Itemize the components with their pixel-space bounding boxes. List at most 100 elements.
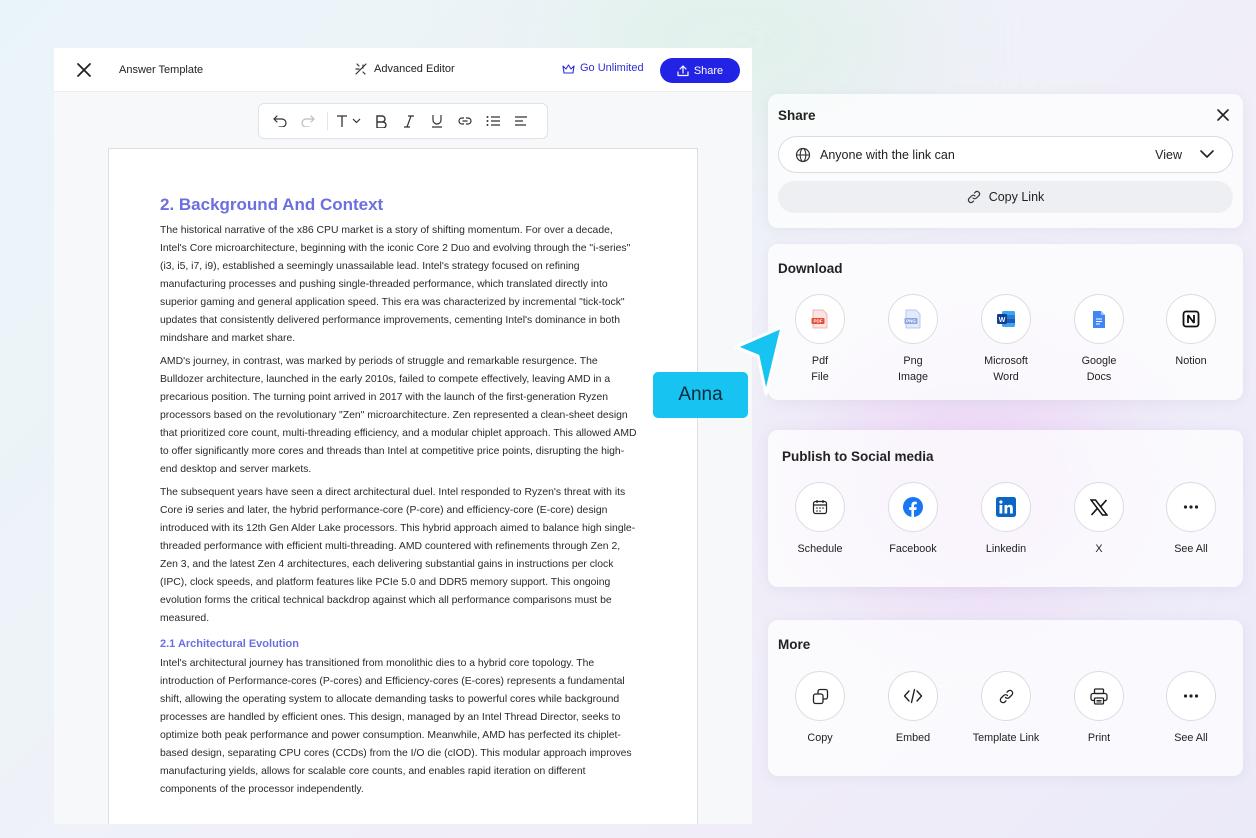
close-icon[interactable] xyxy=(1215,107,1231,123)
align-left-icon[interactable] xyxy=(510,110,532,132)
more-item-label: Embed xyxy=(895,732,931,744)
go-unlimited-button[interactable]: Go Unlimited xyxy=(562,62,644,74)
more-icon xyxy=(1183,505,1199,509)
copy-option[interactable]: Copy xyxy=(775,671,865,746)
download-item-label: Notion xyxy=(1175,355,1207,367)
link-access-text: Anyone with the link can xyxy=(820,148,955,162)
google-docs-icon xyxy=(1093,310,1105,328)
italic-icon[interactable] xyxy=(398,110,420,132)
download-item-sublabel: Image xyxy=(897,371,928,383)
go-unlimited-label: Go Unlimited xyxy=(580,62,644,74)
share-panel-title: Share xyxy=(778,108,816,123)
code-icon xyxy=(903,688,923,704)
crown-icon xyxy=(562,63,575,74)
download-pdf-option[interactable]: PDF Pdf File xyxy=(775,294,865,385)
facebook-option[interactable]: Facebook xyxy=(868,482,958,557)
download-item-label: Png xyxy=(903,355,923,367)
text-style-dropdown[interactable] xyxy=(334,110,364,132)
bullet-list-icon[interactable] xyxy=(482,110,504,132)
see-all-social-option[interactable]: See All xyxy=(1146,482,1236,557)
social-item-label: Linkedin xyxy=(985,543,1027,555)
embed-option[interactable]: Embed xyxy=(868,671,958,746)
png-icon: PNG xyxy=(904,309,921,329)
download-notion-option[interactable]: Notion xyxy=(1146,294,1236,369)
underline-icon[interactable] xyxy=(426,110,448,132)
editor-topbar: Answer Template Advanced Editor Go Unlim… xyxy=(54,48,752,92)
link-access-dropdown[interactable]: Anyone with the link can View xyxy=(778,136,1233,173)
download-title: Download xyxy=(778,261,843,276)
undo-icon[interactable] xyxy=(269,110,291,132)
formatting-toolbar xyxy=(258,103,548,139)
more-title: More xyxy=(778,637,811,652)
printer-icon xyxy=(1090,687,1108,705)
download-item-label: Pdf xyxy=(811,355,829,367)
access-level: View xyxy=(1155,148,1182,162)
magic-tools-icon xyxy=(355,63,367,75)
collaborator-cursor-label: Anna xyxy=(653,372,748,418)
more-item-label: See All xyxy=(1174,732,1208,744)
close-icon[interactable] xyxy=(74,60,94,80)
print-option[interactable]: Print xyxy=(1054,671,1144,746)
download-word-option[interactable]: W Microsoft Word xyxy=(961,294,1051,385)
more-item-label: Copy xyxy=(807,732,833,744)
paragraph: Intel's architectural journey has transi… xyxy=(160,658,632,795)
share-panel: Share Anyone with the link can View Copy… xyxy=(768,94,1243,228)
pdf-icon: PDF xyxy=(811,309,828,329)
toolbar-divider xyxy=(327,112,328,130)
share-button[interactable]: Share xyxy=(660,58,740,83)
more-item-label: Print xyxy=(1087,732,1111,744)
section-heading: 2. Background And Context xyxy=(160,195,384,214)
x-option[interactable]: X xyxy=(1054,482,1144,557)
download-google-docs-option[interactable]: Google Docs xyxy=(1054,294,1144,385)
see-all-more-option[interactable]: See All xyxy=(1146,671,1236,746)
more-icon xyxy=(1183,694,1199,698)
schedule-option[interactable]: Schedule xyxy=(775,482,865,557)
social-item-label: Facebook xyxy=(889,543,937,555)
document-title: Answer Template xyxy=(119,64,204,76)
bold-icon[interactable] xyxy=(370,110,392,132)
social-item-label: Schedule xyxy=(797,543,843,555)
social-item-label: See All xyxy=(1174,543,1208,555)
chevron-down-icon xyxy=(1200,150,1214,158)
svg-text:PNG: PNG xyxy=(906,319,916,324)
download-item-sublabel: Word xyxy=(993,371,1019,383)
copy-icon xyxy=(812,688,828,704)
linkedin-icon xyxy=(996,497,1016,517)
download-panel: Download PDF Pdf File PNG Png Image W Micr… xyxy=(768,244,1243,400)
download-item-sublabel: File xyxy=(811,371,829,383)
template-link-option[interactable]: Template Link xyxy=(961,671,1051,746)
advanced-editor-label: Advanced Editor xyxy=(374,63,455,75)
editor-window: Answer Template Advanced Editor Go Unlim… xyxy=(54,48,752,824)
paragraph: The historical narrative of the x86 CPU … xyxy=(160,225,631,344)
calendar-icon xyxy=(812,500,828,515)
redo-icon[interactable] xyxy=(297,110,319,132)
download-png-option[interactable]: PNG Png Image xyxy=(868,294,958,385)
link-icon xyxy=(999,689,1013,703)
x-icon xyxy=(1090,498,1108,516)
copy-link-label: Copy Link xyxy=(988,190,1045,204)
document-content: 2. Background And Context The historical… xyxy=(160,195,640,804)
more-item-label: Template Link xyxy=(972,732,1040,744)
social-item-label: X xyxy=(1095,543,1103,555)
paragraph: AMD's journey, in contrast, was marked b… xyxy=(160,356,637,475)
download-item-label: Microsoft xyxy=(984,355,1028,367)
upload-icon xyxy=(677,64,689,76)
social-title: Publish to Social media xyxy=(782,449,934,464)
svg-text:PDF: PDF xyxy=(814,319,823,324)
notion-icon xyxy=(1182,310,1200,328)
linkedin-option[interactable]: Linkedin xyxy=(961,482,1051,557)
copy-link-button[interactable]: Copy Link xyxy=(778,181,1233,213)
svg-text:W: W xyxy=(999,317,1006,324)
social-publish-panel: Publish to Social media Schedule Faceboo… xyxy=(768,430,1243,587)
advanced-editor-button[interactable]: Advanced Editor xyxy=(354,62,455,76)
facebook-icon xyxy=(903,497,923,517)
document-page[interactable]: 2. Background And Context The historical… xyxy=(108,148,698,824)
share-button-label: Share xyxy=(693,64,724,77)
subsection-heading: 2.1 Architectural Evolution xyxy=(160,638,299,650)
globe-icon xyxy=(795,147,811,163)
download-item-label: Google xyxy=(1081,355,1117,367)
link-icon[interactable] xyxy=(454,110,476,132)
paragraph: The subsequent years have seen a direct … xyxy=(160,487,636,624)
link-icon xyxy=(967,190,980,204)
more-panel: More Copy Embed Template Link Print See … xyxy=(768,620,1243,776)
